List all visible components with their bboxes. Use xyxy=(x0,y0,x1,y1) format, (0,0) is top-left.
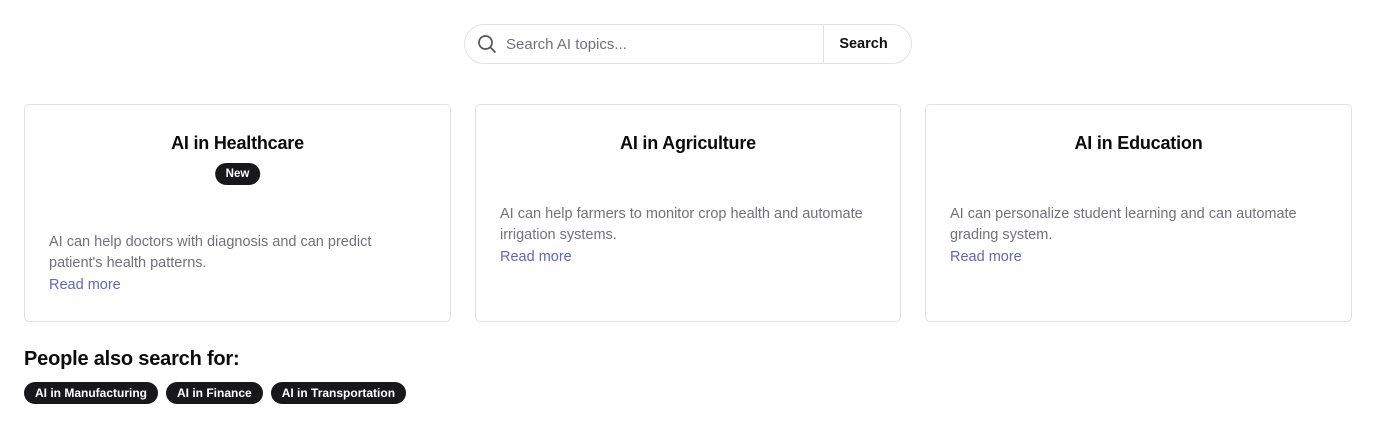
search-bar: Search xyxy=(464,24,912,64)
card-title: AI in Healthcare xyxy=(171,133,304,153)
chip-ai-in-manufacturing[interactable]: AI in Manufacturing xyxy=(24,382,158,404)
read-more-link[interactable]: Read more xyxy=(49,275,121,295)
card-title: AI in Education xyxy=(1074,133,1203,153)
chip-ai-in-transportation[interactable]: AI in Transportation xyxy=(270,382,407,404)
page: Search AI in Healthcare New AI can help … xyxy=(0,0,1376,428)
card-body: AI can personalize student learning and … xyxy=(950,204,1327,267)
search-icon xyxy=(477,34,497,54)
related-searches-chips: AI in Manufacturing AI in Finance AI in … xyxy=(24,382,407,404)
topic-card-healthcare: AI in Healthcare New AI can help doctors… xyxy=(24,104,451,322)
card-description: AI can help doctors with diagnosis and c… xyxy=(49,234,372,271)
search-input[interactable] xyxy=(506,26,823,62)
card-body: AI can help doctors with diagnosis and c… xyxy=(49,232,426,295)
card-title: AI in Agriculture xyxy=(620,133,756,153)
card-body: AI can help farmers to monitor crop heal… xyxy=(500,204,876,267)
new-badge: New xyxy=(214,163,261,185)
read-more-link[interactable]: Read more xyxy=(500,247,572,267)
read-more-link[interactable]: Read more xyxy=(950,247,1022,267)
card-description: AI can help farmers to monitor crop heal… xyxy=(500,206,863,243)
topic-card-agriculture: AI in Agriculture AI can help farmers to… xyxy=(475,104,901,322)
related-searches-heading: People also search for: xyxy=(24,348,240,370)
topic-card-education: AI in Education AI can personalize stude… xyxy=(925,104,1352,322)
card-description: AI can personalize student learning and … xyxy=(950,206,1297,243)
search-button[interactable]: Search xyxy=(823,25,903,63)
chip-ai-in-finance[interactable]: AI in Finance xyxy=(166,382,263,404)
